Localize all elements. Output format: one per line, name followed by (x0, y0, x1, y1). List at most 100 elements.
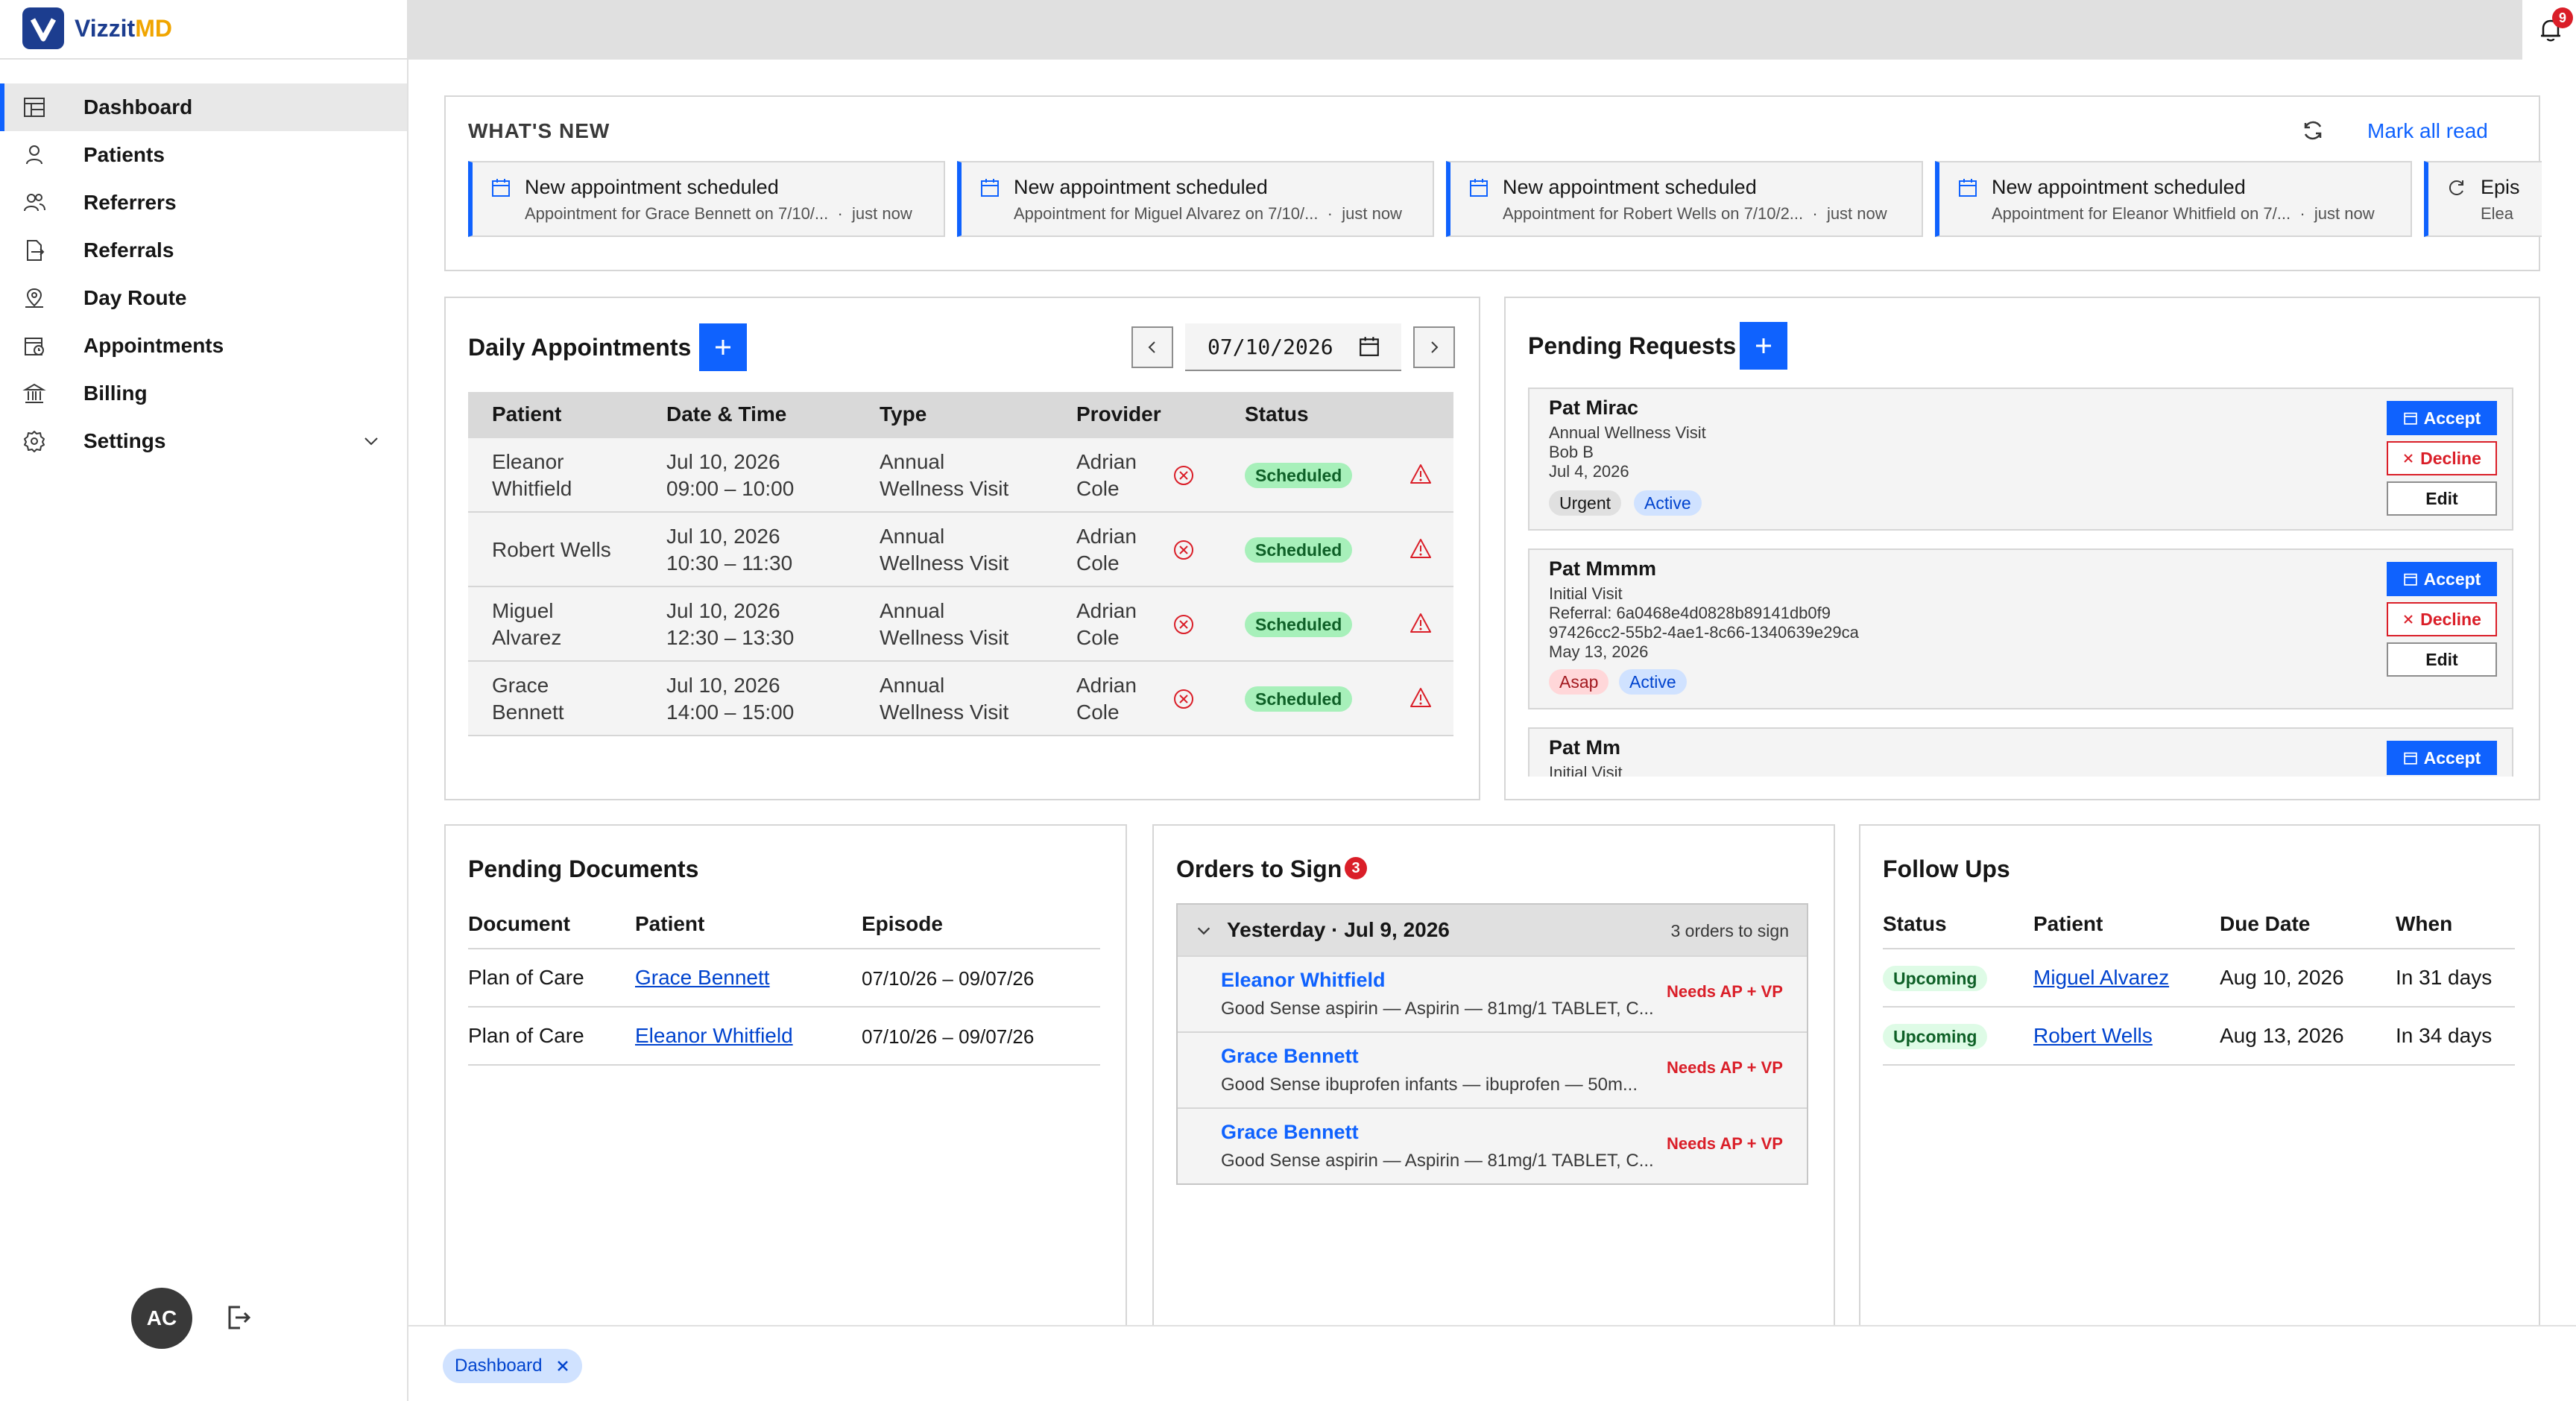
warning-icon[interactable] (1409, 686, 1433, 709)
patient-link[interactable]: Robert Wells (2033, 1024, 2153, 1048)
column-header[interactable]: Type (880, 402, 926, 426)
warning-icon[interactable] (1409, 537, 1433, 560)
request-patient-name: Pat Mm (1549, 736, 1621, 759)
order-row[interactable]: Grace Bennett Good Sense ibuprofen infan… (1178, 1031, 1807, 1107)
notification-card[interactable]: Epis Elea (2424, 161, 2542, 237)
close-icon (2404, 454, 2413, 463)
patient-link[interactable]: Eleanor Whitfield (635, 1024, 793, 1048)
request-date: Jul 4, 2026 (1549, 462, 1629, 481)
table-row[interactable]: Grace Bennett Jul 10, 2026 14:00 – 15:00 A… (468, 662, 1453, 736)
provider-cell: Adrian Cole (1076, 674, 1137, 724)
orders-group-header[interactable]: Yesterday · Jul 9, 2026 3 orders to sign (1178, 905, 1807, 955)
group-date-label: Yesterday · Jul 9, 2026 (1227, 918, 1450, 941)
column-header[interactable]: Status (1245, 402, 1309, 426)
remove-provider-icon[interactable] (1172, 464, 1196, 487)
patient-cell: Eleanor Whitfield (492, 450, 572, 500)
document-export-icon (27, 240, 45, 261)
order-patient-link[interactable]: Eleanor Whitfield (1221, 969, 1386, 992)
column-header[interactable]: Episode (862, 912, 943, 936)
patient-link[interactable]: Grace Bennett (635, 966, 770, 990)
table-row[interactable]: Eleanor Whitfield Jul 10, 2026 09:00 – 10:… (468, 438, 1453, 513)
calendar-icon (1360, 337, 1379, 356)
table-row[interactable]: Miguel Alvarez Jul 10, 2026 12:30 – 13:30 … (468, 587, 1453, 662)
order-row[interactable]: Eleanor Whitfield Good Sense aspirin — A… (1178, 955, 1807, 1031)
sidebar-item-referrals[interactable]: Referrals (0, 227, 407, 274)
accept-button[interactable]: Accept (2387, 741, 2497, 775)
remove-provider-icon[interactable] (1172, 687, 1196, 711)
notification-card[interactable]: New appointment scheduled Appointment fo… (1935, 161, 2412, 237)
request-card[interactable]: Pat Mmmm Initial Visit Referral: 6a0468e… (1528, 548, 2513, 709)
header-divider (468, 948, 1100, 949)
mark-all-read-link[interactable]: Mark all read (2367, 119, 2488, 143)
when-cell: In 31 days (2396, 966, 2493, 989)
row-divider (468, 1006, 1100, 1008)
close-icon[interactable] (554, 1357, 572, 1375)
column-header[interactable]: Provider (1076, 402, 1161, 426)
order-signature-flag: Needs AP + VP (1667, 1134, 1783, 1153)
appointments-table: Patient Date & Time Type Provider Status… (468, 392, 1453, 736)
sidebar-item-settings[interactable]: Settings (0, 417, 407, 465)
gear-icon (24, 431, 45, 452)
sidebar-item-referrers[interactable]: Referrers (0, 179, 407, 227)
previous-day-button[interactable] (1131, 326, 1173, 368)
status-tag: Active (1634, 490, 1702, 516)
column-header[interactable]: When (2396, 912, 2452, 936)
edit-button[interactable]: Edit (2387, 642, 2497, 677)
orders-to-sign-panel: Orders to Sign 3 Yesterday · Jul 9, 2026… (1152, 824, 1835, 1326)
table-row[interactable]: Robert Wells Jul 10, 2026 10:30 – 11:30 A… (468, 513, 1453, 587)
remove-provider-icon[interactable] (1172, 538, 1196, 562)
user-avatar[interactable]: AC (131, 1288, 192, 1349)
notification-card[interactable]: New appointment scheduled Appointment fo… (1446, 161, 1923, 237)
accept-button[interactable]: Accept (2387, 401, 2497, 435)
order-signature-flag: Needs AP + VP (1667, 1058, 1783, 1077)
notification-card[interactable]: New appointment scheduled Appointment fo… (468, 161, 945, 237)
notification-title: New appointment scheduled (1014, 176, 1268, 198)
calendar-icon (1470, 179, 1488, 197)
add-request-button[interactable] (1740, 322, 1787, 370)
decline-button[interactable]: Decline (2387, 602, 2497, 636)
order-patient-link[interactable]: Grace Bennett (1221, 1045, 1359, 1068)
sidebar-item-day-route[interactable]: Day Route (0, 274, 407, 322)
tab-dashboard[interactable]: Dashboard (443, 1349, 583, 1383)
sidebar-item-appointments[interactable]: Appointments (0, 322, 407, 370)
refresh-icon[interactable] (2300, 118, 2326, 143)
whats-new-strip: New appointment scheduled Appointment fo… (468, 161, 2542, 238)
add-appointment-button[interactable] (699, 323, 747, 371)
column-header[interactable]: Patient (635, 912, 704, 936)
column-header[interactable]: Document (468, 912, 570, 936)
column-header[interactable]: Date & Time (666, 402, 786, 426)
warning-icon[interactable] (1409, 611, 1433, 635)
panel-title: Pending Documents (468, 856, 699, 882)
column-header[interactable]: Due Date (2220, 912, 2310, 936)
sidebar-item-patients[interactable]: Patients (0, 131, 407, 179)
sidebar-item-dashboard[interactable]: Dashboard (0, 83, 407, 131)
calendar-icon (1959, 179, 1977, 197)
column-header[interactable]: Status (1883, 912, 1947, 936)
column-header[interactable]: Patient (492, 402, 561, 426)
logout-icon[interactable] (224, 1303, 253, 1332)
row-divider (1883, 1064, 2515, 1066)
next-day-button[interactable] (1413, 326, 1455, 368)
order-row[interactable]: Grace Bennett Good Sense aspirin — Aspir… (1178, 1107, 1807, 1183)
order-patient-link[interactable]: Grace Bennett (1221, 1121, 1359, 1144)
column-header[interactable]: Patient (2033, 912, 2103, 936)
edit-button[interactable]: Edit (2387, 481, 2497, 516)
remove-provider-icon[interactable] (1172, 613, 1196, 636)
request-referral-uuid: 97426cc2-55b2-4ae1-8c66-1340639e29ca (1549, 623, 1859, 642)
notifications-button[interactable]: 9 (2521, 0, 2576, 60)
patient-link[interactable]: Miguel Alvarez (2033, 966, 2169, 990)
app-logo[interactable]: VizzitMD (22, 7, 172, 49)
notification-subtitle: Appointment for Miguel Alvarez on 7/10/.… (1014, 204, 1402, 223)
notification-card[interactable]: New appointment scheduled Appointment fo… (957, 161, 1434, 237)
request-card[interactable]: Pat Mirac Annual Wellness Visit Bob B Ju… (1528, 388, 2513, 531)
accept-button[interactable]: Accept (2387, 562, 2497, 596)
datetime-cell: Jul 10, 2026 12:30 – 13:30 (666, 599, 795, 649)
daily-appointments-panel: Daily Appointments 07/10/2026 Patient Da… (444, 297, 1480, 800)
patient-cell: Robert Wells (492, 538, 611, 561)
warning-icon[interactable] (1409, 462, 1433, 486)
sidebar-item-billing[interactable]: Billing (0, 370, 407, 417)
request-card[interactable]: Pat Mm Initial Visit Accept (1528, 727, 2513, 777)
decline-button[interactable]: Decline (2387, 441, 2497, 475)
date-picker[interactable]: 07/10/2026 (1185, 323, 1401, 371)
chevron-down-icon[interactable] (362, 432, 380, 450)
